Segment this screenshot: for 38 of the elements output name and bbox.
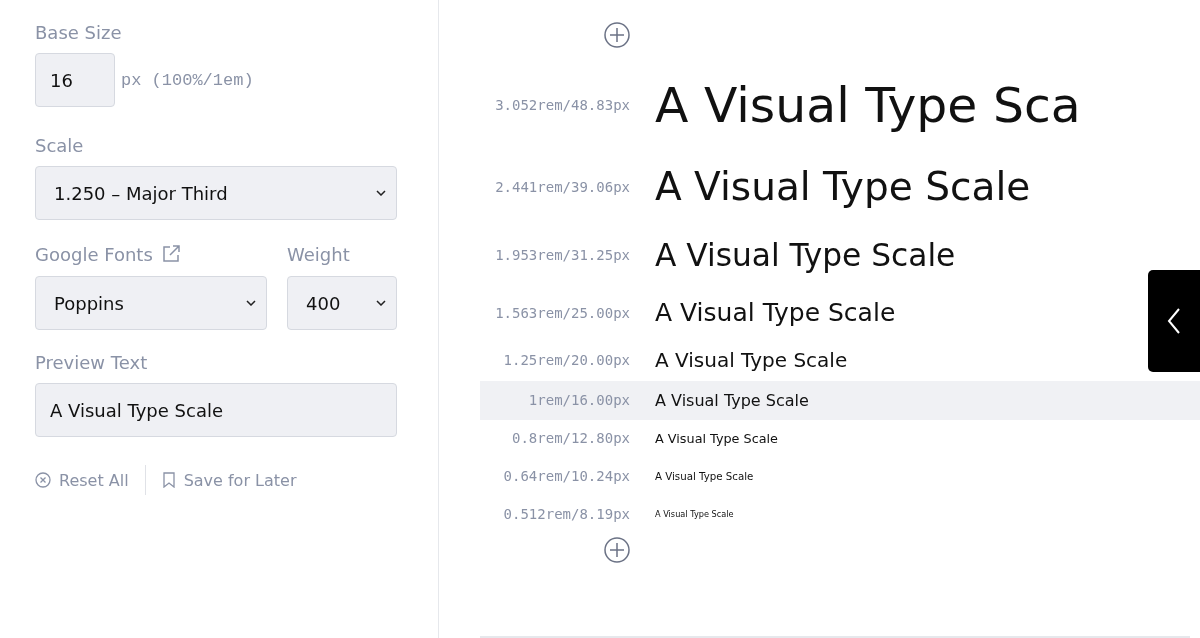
sample-text: A Visual Type Scale [655,237,956,274]
add-icon[interactable] [604,536,630,563]
size-label: 0.64rem/10.24px [502,468,630,485]
size-label: 2.441rem/39.06px [494,178,630,195]
size-label: 1.953rem/31.25px [494,247,630,264]
size-label: 0.8rem/12.80px [511,430,630,447]
field-label: Weight [287,243,350,265]
size-label: 1.563rem/25.00px [494,304,630,321]
sample-text: A Visual Type Sca [655,76,1081,134]
field-label: Preview Text [35,352,149,373]
size-label: 3.052rem/48.83px [494,97,630,114]
unit-text: px (100%/1em) [121,70,254,90]
chevron-down-icon [246,300,256,306]
sample-text: A Visual Type Scale [655,164,1031,210]
chevron-down-icon [376,190,386,196]
sample-text: A Visual Type Scale [655,298,896,328]
field-label: Scale [35,135,85,156]
sample-text: A Visual Type Scale [655,509,734,520]
chevron-left-icon [1167,308,1181,334]
add-icon[interactable] [604,22,630,48]
preview-text-input[interactable]: A Visual Type Scale [35,383,397,437]
weight-select[interactable]: 400 [287,276,397,330]
sample-text: A Visual Type Scale [655,390,809,410]
size-label: 0.512rem/8.19px [502,506,630,523]
sample-text: A Visual Type Scale [655,430,778,446]
close-icon [35,472,51,488]
font-select[interactable]: Poppins [35,276,267,330]
external-link-icon[interactable] [160,244,181,264]
field-label: Google Fonts [35,243,153,265]
sample-text: A Visual Type Scale [655,348,848,373]
bookmark-icon [161,472,176,488]
field-label: Base Size [35,22,123,43]
size-label: 1rem/16.00px [527,392,630,409]
chevron-down-icon [376,300,386,306]
base-size-input[interactable]: 16 [35,53,115,107]
size-label: 1.25rem/20.00px [502,352,630,369]
sample-text: A Visual Type Scale [655,470,754,483]
scale-select[interactable]: 1.250 – Major Third [35,166,397,220]
